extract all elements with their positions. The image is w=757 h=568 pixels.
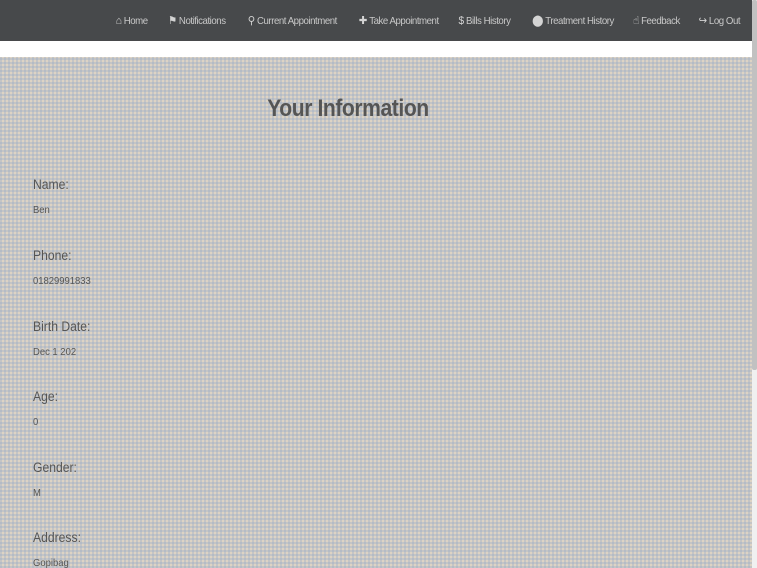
age-value: 0 <box>33 416 39 428</box>
header-spacer <box>0 41 752 57</box>
address-value: Gopibag <box>33 557 69 568</box>
scrollbar-thumb[interactable] <box>752 0 757 370</box>
name-label: Name: <box>33 177 69 192</box>
home-icon: ⌂ <box>115 14 122 27</box>
nav-bills-history[interactable]: $ Bills History <box>458 15 510 27</box>
info-panel: Your Information Name: Ben Phone: 018299… <box>0 57 752 568</box>
nav-feedback[interactable]: ☝ Feedback <box>633 14 680 28</box>
name-value: Ben <box>33 204 50 216</box>
nav-treatment-history-label: Treatment History <box>545 14 615 27</box>
log-out-icon: ↪ <box>698 15 707 27</box>
birth-date-value: Dec 1 202 <box>33 346 77 358</box>
nav-notifications[interactable]: ⚑ Notifications <box>167 14 226 28</box>
info-circle-icon: ⬤ <box>532 15 544 27</box>
nav-bills-history-label: Bills History <box>465 14 511 27</box>
nav-notifications-label: Notifications <box>178 14 226 27</box>
name-field: Name: Ben <box>33 177 73 216</box>
flag-icon: ⚑ <box>167 15 177 27</box>
age-label: Age: <box>33 389 59 404</box>
address-label: Address: <box>33 530 81 545</box>
gender-label: Gender: <box>33 460 77 475</box>
nav-home[interactable]: ⌂ Home <box>116 15 148 27</box>
birth-date-label: Birth Date: <box>33 319 91 334</box>
gender-value: M <box>33 487 41 499</box>
thumbs-up-icon: ☝ <box>633 15 640 27</box>
address-field: Address: Gopibag <box>33 530 86 568</box>
birth-date-field: Birth Date: Dec 1 202 <box>33 319 97 358</box>
nav-current-appointment-label: Current Appointment <box>257 14 338 27</box>
nav-home-label: Home <box>123 14 148 27</box>
phone-field: Phone: 01829991833 <box>33 248 97 287</box>
page-title: Your Information <box>267 95 429 122</box>
nav-treatment-history[interactable]: ⬤ Treatment History <box>532 14 615 28</box>
plus-icon: ✚ <box>358 15 368 27</box>
dollar-icon: $ <box>458 14 464 27</box>
search-icon: ⚲ <box>247 15 256 27</box>
nav-current-appointment[interactable]: ⚲ Current Appointment <box>247 14 338 28</box>
phone-label: Phone: <box>33 248 72 263</box>
nav-take-appointment-label: Take Appointment <box>369 14 439 27</box>
nav-log-out[interactable]: ↪ Log Out <box>698 14 741 28</box>
nav-feedback-label: Feedback <box>641 14 680 27</box>
nav-log-out-label: Log Out <box>708 14 741 27</box>
phone-value: 01829991833 <box>33 275 91 287</box>
age-field: Age: 0 <box>33 389 61 428</box>
nav-take-appointment[interactable]: ✚ Take Appointment <box>358 14 439 28</box>
gender-field: Gender: M <box>33 460 82 499</box>
vertical-scrollbar[interactable] <box>752 0 757 568</box>
top-navbar: ⌂ Home ⚑ Notifications ⚲ Current Appoint… <box>0 0 752 41</box>
